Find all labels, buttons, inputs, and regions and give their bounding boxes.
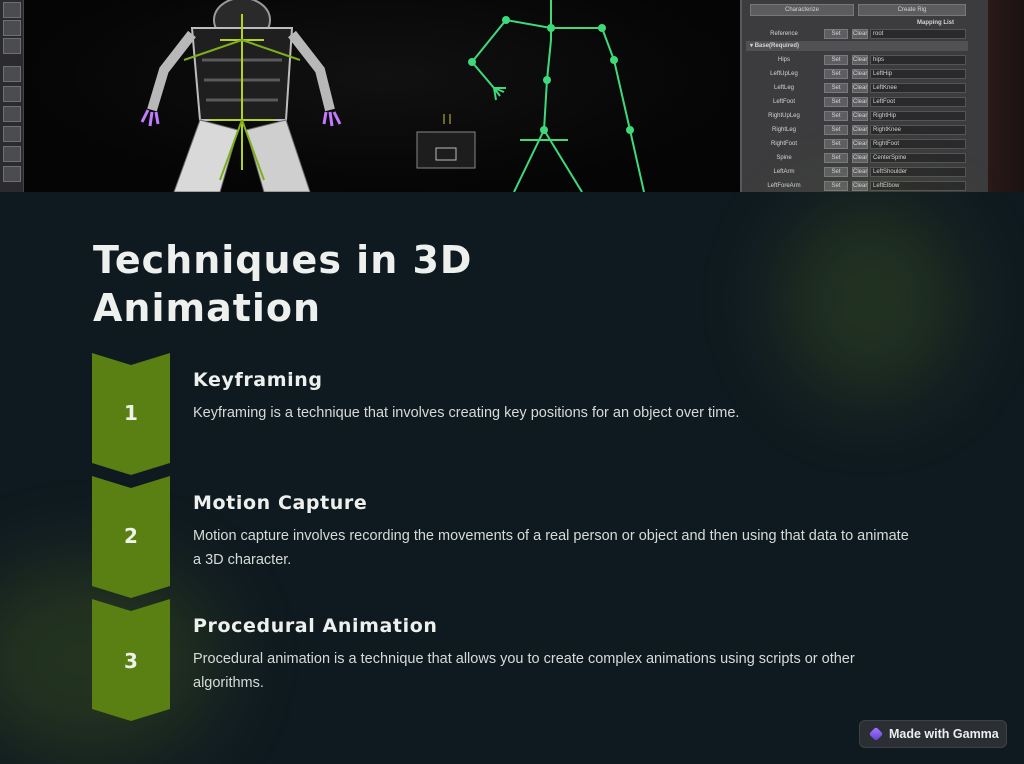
step-number: 2 <box>124 524 138 548</box>
clear-button[interactable]: Clear <box>852 139 868 149</box>
clear-button[interactable]: Clear <box>852 111 868 121</box>
reference-row: Reference Set Clear root <box>748 29 970 40</box>
banner-edge <box>988 0 1024 192</box>
step-number: 3 <box>124 649 138 673</box>
armored-character <box>140 0 342 192</box>
tool-strip <box>0 0 24 192</box>
mapping-row: RightUpLeg Set Clear RightHip <box>748 111 970 122</box>
step-marker-3: 3 <box>92 599 170 723</box>
mapping-row: Spine Set Clear CenterSpine <box>748 153 970 164</box>
row-value-field[interactable]: LeftShoulder <box>870 167 966 177</box>
set-button[interactable]: Set <box>824 181 848 191</box>
made-with-gamma-badge[interactable]: Made with Gamma <box>859 720 1007 748</box>
set-button[interactable]: Set <box>824 83 848 93</box>
row-value-field[interactable]: LeftFoot <box>870 97 966 107</box>
row-label: LeftLeg <box>773 85 795 91</box>
row-label: RightFoot <box>770 141 797 147</box>
title-line: Animation <box>93 286 322 330</box>
row-value-field[interactable]: LeftHip <box>870 69 966 79</box>
step-marker-1: 1 <box>92 353 170 477</box>
tool-icon <box>3 166 21 182</box>
set-button[interactable]: Set <box>824 167 848 177</box>
step-number: 1 <box>124 401 138 425</box>
clear-button[interactable]: Clear <box>852 69 868 79</box>
slide-title: Techniques in 3D Animation <box>93 236 713 332</box>
background-glow <box>780 200 960 400</box>
set-button[interactable]: Set <box>824 69 848 79</box>
mapping-list-heading: Mapping List <box>917 20 954 26</box>
set-button[interactable]: Set <box>824 29 848 39</box>
clear-button[interactable]: Clear <box>852 97 868 107</box>
header-image: Characterize Create Rig Mapping List Ref… <box>0 0 1024 192</box>
row-label: LeftForeArm <box>767 183 801 189</box>
set-button[interactable]: Set <box>824 125 848 135</box>
tool-icon <box>3 106 21 122</box>
step-description: Motion capture involves recording the mo… <box>193 528 909 568</box>
title-line: Techniques in 3D <box>93 238 473 282</box>
tool-icon <box>3 20 21 36</box>
step-title: Motion Capture <box>193 492 368 514</box>
row-label: LeftUpLeg <box>770 71 798 77</box>
tool-icon <box>3 38 21 54</box>
step-marker-2: 2 <box>92 476 170 600</box>
mapping-panel: Characterize Create Rig Mapping List Ref… <box>740 0 988 192</box>
clear-button[interactable]: Clear <box>852 83 868 93</box>
3d-viewport <box>24 0 740 192</box>
row-label: LeftFoot <box>772 99 795 105</box>
clear-button[interactable]: Clear <box>852 29 868 39</box>
row-label: Hips <box>777 57 790 63</box>
set-button[interactable]: Set <box>824 111 848 121</box>
row-value-field[interactable]: RightKnee <box>870 125 966 135</box>
tool-icon <box>3 126 21 142</box>
clear-button[interactable]: Clear <box>852 125 868 135</box>
badge-label: Made with Gamma <box>889 727 999 741</box>
set-button[interactable]: Set <box>824 153 848 163</box>
mapping-row: LeftLeg Set Clear LeftKnee <box>748 83 970 94</box>
row-value-field[interactable]: CenterSpine <box>870 153 966 163</box>
characterize-button[interactable]: Characterize <box>750 4 854 16</box>
clear-button[interactable]: Clear <box>852 55 868 65</box>
create-rig-button[interactable]: Create Rig <box>858 4 966 16</box>
row-value-field[interactable]: LeftKnee <box>870 83 966 93</box>
character-rig-illustration <box>140 0 645 192</box>
row-label: RightLeg <box>771 127 797 133</box>
mapping-row: Hips Set Clear hips <box>748 55 970 66</box>
clear-button[interactable]: Clear <box>852 153 868 163</box>
set-button[interactable]: Set <box>824 55 848 65</box>
step-title: Procedural Animation <box>193 615 438 637</box>
row-label: LeftArm <box>773 169 795 175</box>
step-description: Procedural animation is a technique that… <box>193 651 855 691</box>
set-button[interactable]: Set <box>824 97 848 107</box>
step-description: Keyframing is a technique that involves … <box>193 405 740 421</box>
clear-button[interactable]: Clear <box>852 181 868 191</box>
skeleton-figure <box>468 0 645 192</box>
row-label: Spine <box>776 155 792 161</box>
row-value-field[interactable]: RightFoot <box>870 139 966 149</box>
mapping-row: LeftFoot Set Clear LeftFoot <box>748 97 970 108</box>
row-value-field[interactable]: root <box>870 29 966 39</box>
mapping-row: LeftUpLeg Set Clear LeftHip <box>748 69 970 80</box>
section-header[interactable]: ▾ Base(Required) <box>746 41 968 51</box>
row-label: RightUpLeg <box>768 113 800 119</box>
gamma-logo-icon <box>868 726 884 742</box>
mapping-row: RightFoot Set Clear RightFoot <box>748 139 970 150</box>
tool-icon <box>3 86 21 102</box>
tool-icon <box>3 146 21 162</box>
mapping-row: LeftArm Set Clear LeftShoulder <box>748 167 970 178</box>
set-button[interactable]: Set <box>824 139 848 149</box>
step-title: Keyframing <box>193 369 323 391</box>
row-value-field[interactable]: LeftElbow <box>870 181 966 191</box>
row-value-field[interactable]: RightHip <box>870 111 966 121</box>
mapping-row: RightLeg Set Clear RightKnee <box>748 125 970 136</box>
hoop-prop <box>416 114 476 169</box>
tool-icon <box>3 2 21 18</box>
mapping-row: LeftForeArm Set Clear LeftElbow <box>748 181 970 192</box>
row-label: Reference <box>770 31 798 37</box>
tool-icon <box>3 66 21 82</box>
clear-button[interactable]: Clear <box>852 167 868 177</box>
section-label: Base(Required) <box>754 43 800 49</box>
row-value-field[interactable]: hips <box>870 55 966 65</box>
